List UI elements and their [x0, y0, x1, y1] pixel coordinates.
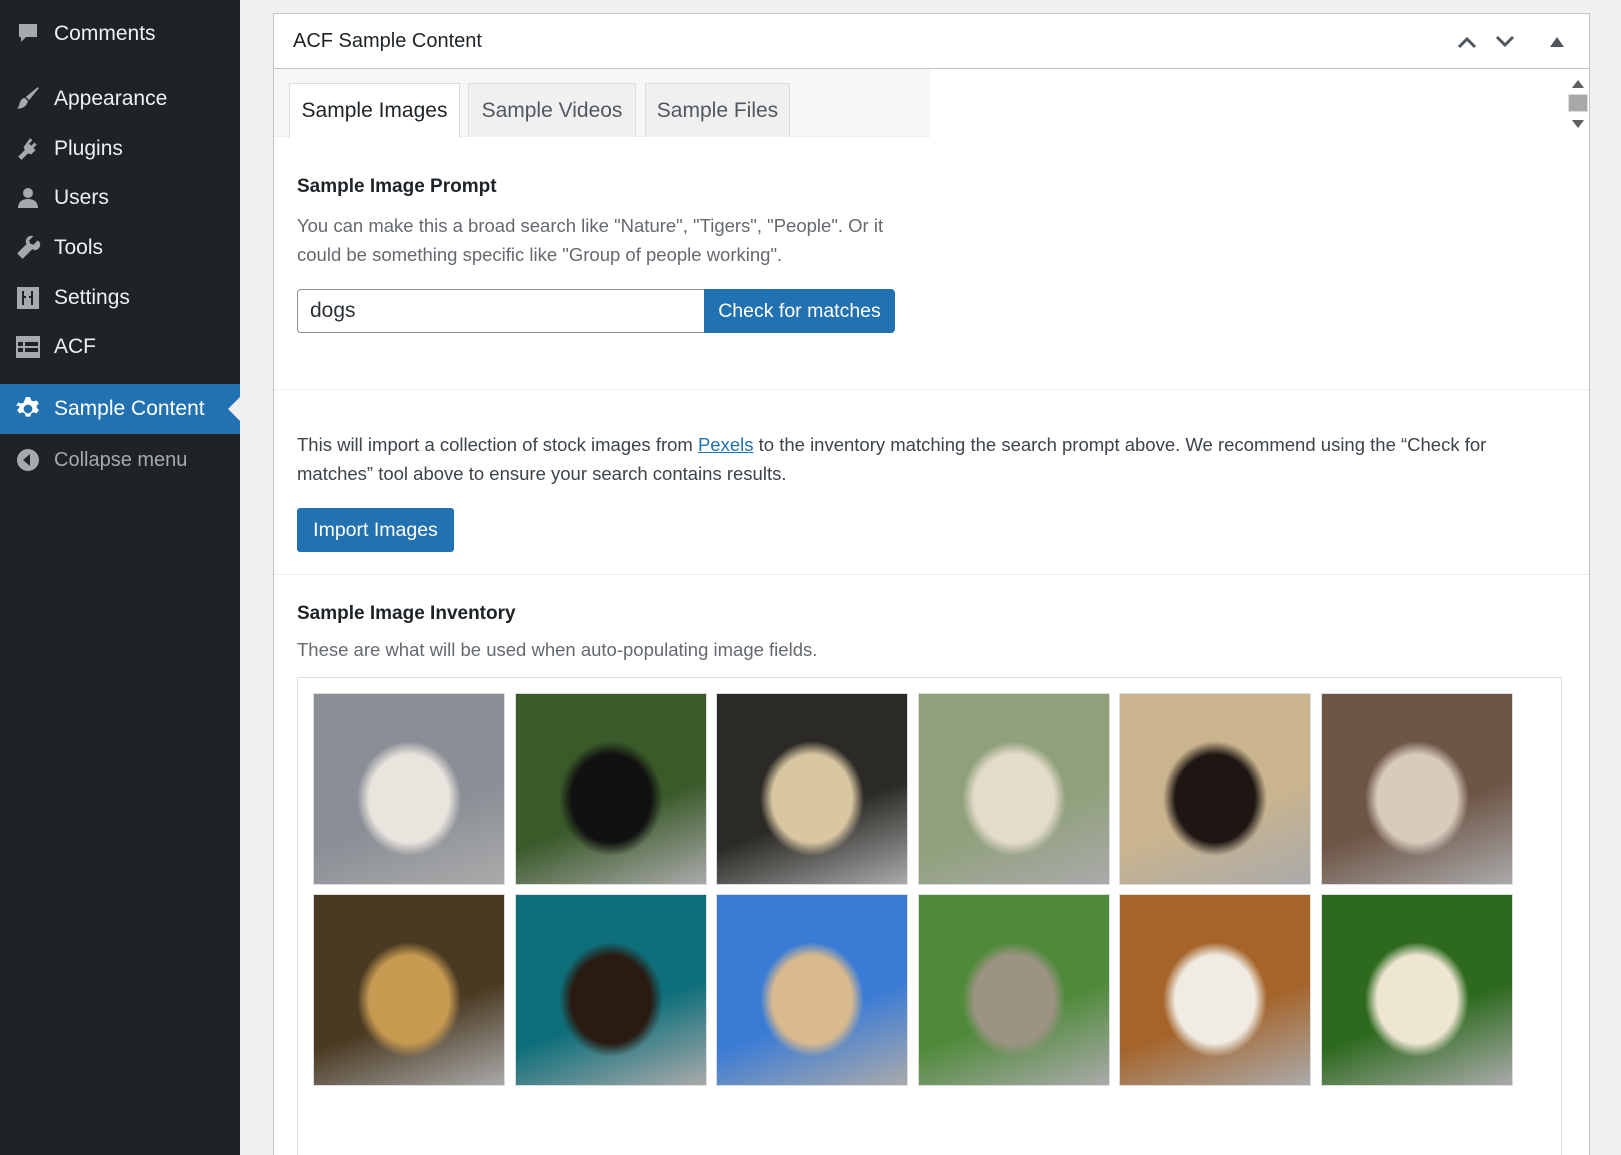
tab-sample-files[interactable]: Sample Files	[645, 83, 790, 137]
sidebar-item-sample-content[interactable]: Sample Content	[0, 384, 240, 434]
import-description: This will import a collection of stock i…	[297, 430, 1562, 488]
sidebar-item-label: Settings	[54, 286, 130, 309]
gear-icon	[14, 395, 42, 423]
inventory-image-thumbnail[interactable]	[917, 693, 1110, 885]
triangle-up-icon	[1550, 37, 1564, 47]
acf-sample-content-postbox: ACF Sample Content Sample Images Sample …	[273, 13, 1590, 1155]
settings-sliders-icon	[14, 284, 42, 312]
sidebar-item-settings[interactable]: Settings	[0, 273, 240, 323]
scroll-up-arrow-icon[interactable]	[1572, 80, 1584, 88]
dog-photo-image	[918, 895, 1109, 1085]
image-prompt-input[interactable]	[297, 289, 705, 333]
inventory-image-thumbnail[interactable]	[1320, 894, 1513, 1086]
inventory-label: Sample Image Inventory	[297, 603, 516, 624]
move-down-button[interactable]	[1491, 28, 1519, 56]
import-images-button[interactable]: Import Images	[297, 508, 454, 552]
inventory-image-thumbnail[interactable]	[1119, 894, 1311, 1086]
import-section: This will import a collection of stock i…	[274, 389, 1589, 574]
sidebar-item-label: Tools	[54, 236, 104, 259]
inventory-image-thumbnail[interactable]	[1320, 693, 1513, 885]
sidebar-item-comments[interactable]: Comments	[0, 9, 240, 59]
sidebar-item-label: Appearance	[54, 87, 168, 110]
sidebar-item-appearance[interactable]: Appearance	[0, 74, 240, 124]
collapse-menu-button[interactable]: Collapse menu	[0, 435, 240, 485]
scroll-thumb[interactable]	[1568, 94, 1588, 112]
prompt-label: Sample Image Prompt	[297, 176, 497, 197]
inventory-image-thumbnail[interactable]	[313, 894, 505, 1086]
prompt-description: You can make this a broad search like "N…	[297, 215, 884, 265]
dog-photo-image	[515, 694, 706, 884]
tools-wrench-icon	[14, 234, 42, 262]
inventory-image-thumbnail[interactable]	[313, 693, 505, 885]
scroll-down-arrow-icon[interactable]	[1572, 120, 1584, 128]
sidebar-item-label: Users	[54, 186, 109, 209]
chevron-down-icon	[1495, 35, 1515, 48]
sidebar-item-label: Plugins	[54, 137, 123, 160]
dog-photo-image	[314, 895, 504, 1085]
admin-sidebar: Comments Appearance Plugins Users Tools …	[0, 0, 240, 1155]
dog-photo-image	[1120, 895, 1310, 1085]
tabs-scrollbar[interactable]	[1567, 70, 1589, 136]
import-text-before: This will import a collection of stock i…	[297, 434, 698, 455]
dog-photo-image	[515, 895, 706, 1085]
collapse-arrow-icon	[14, 446, 42, 474]
sidebar-item-label: Comments	[54, 22, 156, 45]
dog-photo-image	[918, 694, 1109, 884]
sidebar-item-label: ACF	[54, 335, 96, 358]
sidebar-item-tools[interactable]: Tools	[0, 223, 240, 273]
sidebar-item-plugins[interactable]: Plugins	[0, 124, 240, 174]
chevron-up-icon	[1457, 36, 1477, 49]
move-up-button[interactable]	[1453, 28, 1481, 56]
sidebar-item-label: Collapse menu	[54, 448, 188, 471]
dog-photo-image	[1321, 895, 1512, 1085]
dog-photo-image	[1120, 694, 1310, 884]
dog-photo-image	[1321, 694, 1512, 884]
acf-table-icon	[14, 333, 42, 361]
check-for-matches-button[interactable]: Check for matches	[704, 289, 895, 333]
dog-photo-image	[717, 895, 907, 1085]
comments-icon	[14, 20, 42, 48]
inventory-image-thumbnail[interactable]	[716, 894, 908, 1086]
inventory-image-thumbnail[interactable]	[716, 693, 908, 885]
sidebar-item-acf[interactable]: ACF	[0, 322, 240, 372]
tab-bar: Sample Images Sample Videos Sample Files	[274, 69, 930, 138]
image-inventory-gallery	[297, 677, 1562, 1155]
plugins-icon	[14, 135, 42, 163]
tab-sample-images[interactable]: Sample Images	[289, 83, 460, 138]
inventory-image-thumbnail[interactable]	[1119, 693, 1311, 885]
appearance-brush-icon	[14, 85, 42, 113]
dog-photo-image	[314, 694, 504, 884]
toggle-panel-button[interactable]	[1543, 28, 1571, 56]
inventory-image-thumbnail[interactable]	[514, 693, 707, 885]
dog-photo-image	[717, 694, 907, 884]
postbox-header: ACF Sample Content	[274, 14, 1589, 69]
inventory-description: These are what will be used when auto-po…	[297, 639, 818, 660]
pexels-link[interactable]: Pexels	[698, 434, 754, 455]
sidebar-item-label: Sample Content	[54, 397, 205, 420]
users-icon	[14, 184, 42, 212]
sidebar-item-users[interactable]: Users	[0, 173, 240, 223]
prompt-section: Sample Image Prompt You can make this a …	[274, 137, 1589, 389]
tab-sample-videos[interactable]: Sample Videos	[468, 83, 636, 137]
postbox-title: ACF Sample Content	[293, 29, 482, 52]
inventory-image-thumbnail[interactable]	[514, 894, 707, 1086]
inventory-image-thumbnail[interactable]	[917, 894, 1110, 1086]
